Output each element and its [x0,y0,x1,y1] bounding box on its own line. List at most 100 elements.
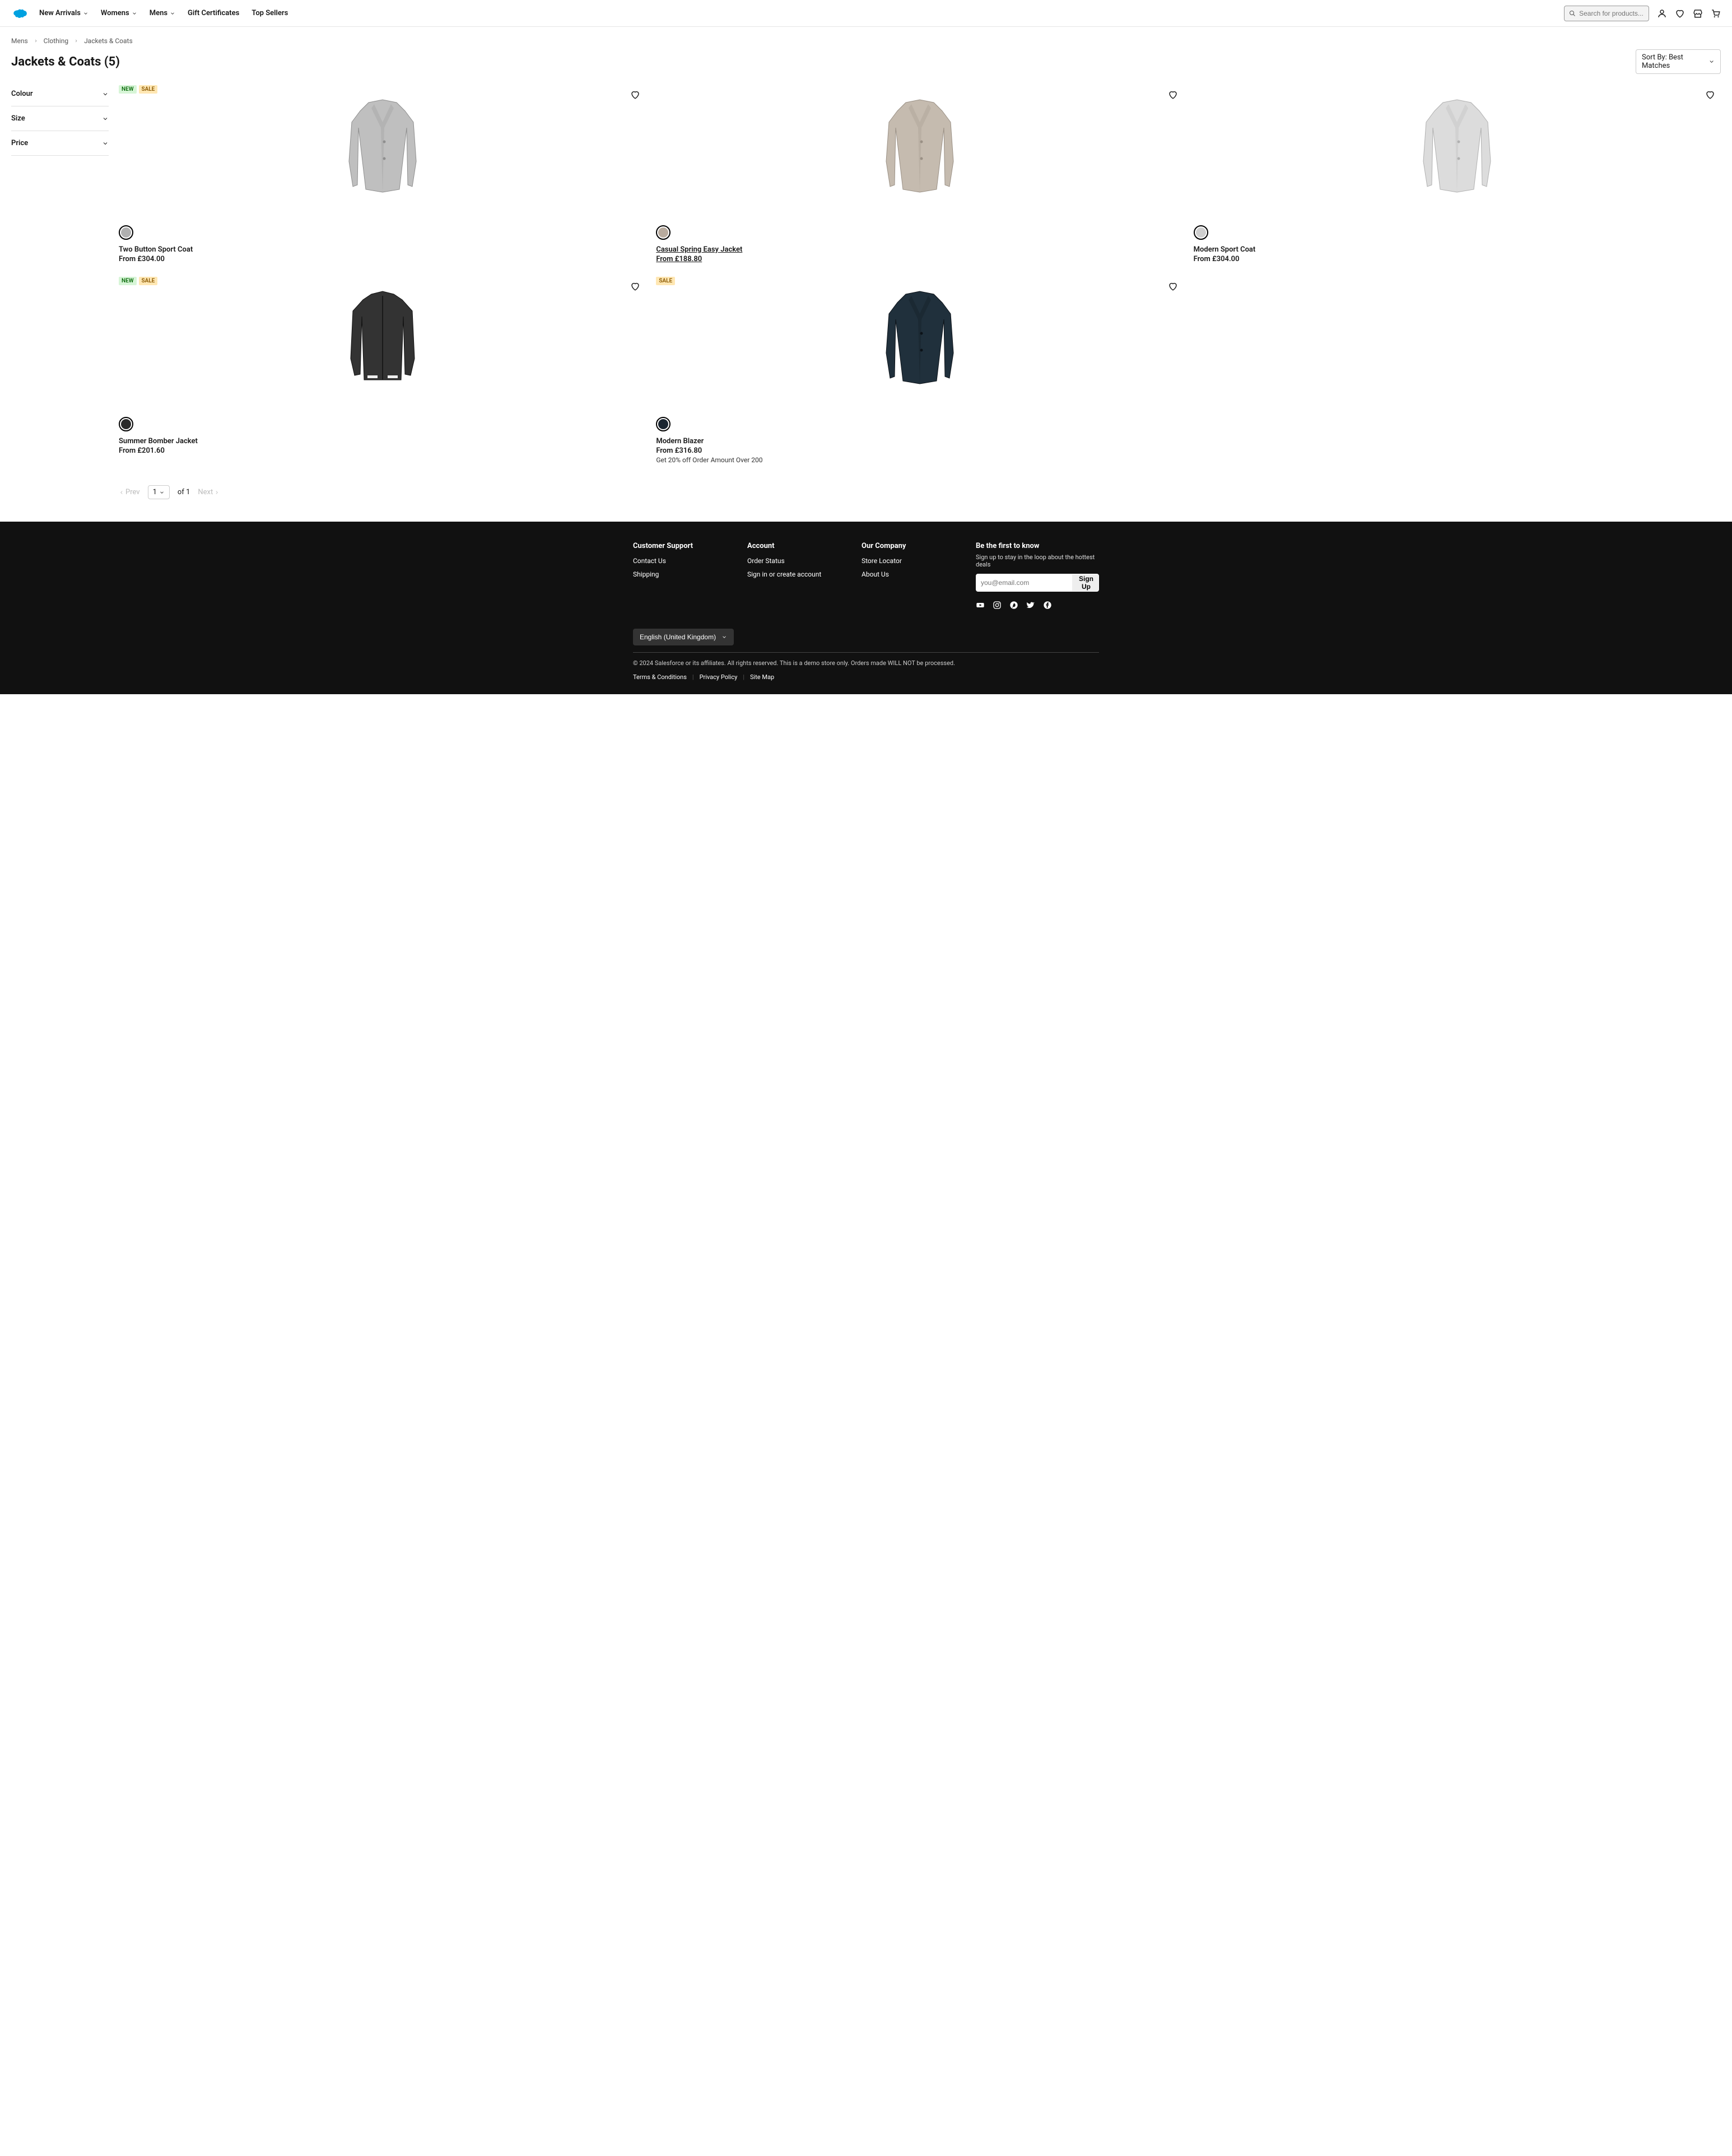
product-card[interactable]: NEWSALE Summer Bomber Jacket From £201.6… [119,273,646,464]
chevron-down-icon [102,91,109,97]
page-select[interactable]: 1 [148,485,170,499]
chevron-down-icon [102,115,109,122]
chevron-down-icon [83,11,89,16]
legal-links: Terms & Conditions|Privacy Policy|Site M… [633,673,1099,681]
wishlist-heart-icon[interactable] [1705,90,1715,100]
product-image [1415,94,1499,206]
facebook-icon[interactable] [1043,601,1052,610]
locale-selector[interactable]: English (United Kingdom) [633,629,734,645]
footer-link[interactable]: Contact Us [633,557,714,565]
swatches [119,417,646,431]
search-box[interactable] [1564,6,1649,21]
crumb[interactable]: Clothing [44,37,68,45]
color-swatch[interactable] [656,417,671,431]
color-swatch[interactable] [656,225,671,240]
chevron-down-icon [1708,58,1715,65]
filter-size[interactable]: Size [11,106,109,131]
product-card[interactable]: Modern Sport Coat From £304.00 [1194,82,1721,263]
legal-link[interactable]: Site Map [750,673,774,681]
chevron-down-icon [132,11,137,16]
nav-new-arrivals[interactable]: New Arrivals [39,9,89,17]
wishlist-heart-icon[interactable] [630,281,640,291]
wishlist-heart-icon[interactable] [630,90,640,100]
newsletter-form: Sign Up [976,574,1099,592]
prev-button: Prev [119,488,140,496]
nav-womens[interactable]: Womens [101,9,137,17]
legal-link[interactable]: Terms & Conditions [633,673,687,681]
copyright: © 2024 Salesforce or its affiliates. All… [633,659,1099,667]
product-price: From £316.80 [656,447,1183,455]
swatches [656,225,1183,240]
color-swatch[interactable] [119,225,133,240]
product-promo: Get 20% off Order Amount Over 200 [656,456,1183,464]
product-image [878,94,962,206]
footer-link[interactable]: Order Status [747,557,828,565]
search-input[interactable] [1579,10,1644,17]
footer-link[interactable]: Shipping [633,570,714,578]
newsletter-title: Be the first to know [976,542,1099,550]
chevron-down-icon [159,490,165,495]
chevron-down-icon [170,11,175,16]
wishlist-heart-icon[interactable] [1168,90,1178,100]
product-card[interactable]: Casual Spring Easy Jacket From £188.80 [656,82,1183,263]
store-icon[interactable] [1693,8,1703,18]
product-price: From £304.00 [1194,255,1721,263]
color-swatch[interactable] [119,417,133,431]
chevron-down-icon [102,140,109,147]
locale-selector-wrap: English (United Kingdom) [633,629,1099,645]
nav-top-sellers[interactable]: Top Sellers [252,9,288,17]
badge-sale: SALE [139,85,158,94]
swatches [119,225,646,240]
product-name: Casual Spring Easy Jacket [656,245,1183,254]
product-image [341,286,425,398]
footer-link[interactable]: Sign in or create account [747,570,828,578]
chevron-left-icon [119,490,124,495]
product-image [878,286,962,398]
product-price: From £304.00 [119,255,646,263]
newsletter-submit[interactable]: Sign Up [1072,574,1099,591]
footer-link[interactable]: Store Locator [862,557,942,565]
product-image [341,94,425,206]
product-name: Modern Sport Coat [1194,245,1721,254]
badge-sale: SALE [656,277,675,285]
pinterest-icon[interactable] [1009,601,1018,610]
next-button: Next [198,488,220,496]
cart-icon[interactable] [1711,8,1721,18]
product-grid: NEWSALE Two Button Sport Coat From £304.… [119,82,1721,499]
newsletter: Be the first to know Sign up to stay in … [976,542,1099,610]
product-card[interactable]: SALE Modern Blazer From £316.80 Get 20% … [656,273,1183,464]
header-icons [1657,8,1721,18]
product-price: From £201.60 [119,447,646,455]
wishlist-icon[interactable] [1675,8,1685,18]
twitter-icon[interactable] [1026,601,1035,610]
footer-link[interactable]: About Us [862,570,942,578]
instagram-icon[interactable] [993,601,1002,610]
chevron-down-icon [721,634,727,640]
youtube-icon[interactable] [976,601,985,610]
header: New Arrivals Womens Mens Gift Certificates T… [0,0,1732,27]
product-card[interactable]: NEWSALE Two Button Sport Coat From £304.… [119,82,646,263]
badge-new: NEW [119,277,137,285]
footer-columns: Customer SupportContact UsShippingAccoun… [633,542,1099,610]
legal-link[interactable]: Privacy Policy [700,673,738,681]
page-of-label: of 1 [178,488,190,496]
wishlist-heart-icon[interactable] [1168,281,1178,291]
filter-colour[interactable]: Colour [11,82,109,106]
newsletter-input[interactable] [976,574,1072,591]
footer-col-title: Customer Support [633,542,714,550]
color-swatch[interactable] [1194,225,1208,240]
page-title: Jackets & Coats (5) [11,55,120,69]
salesforce-logo[interactable] [11,8,28,19]
footer: Customer SupportContact UsShippingAccoun… [0,522,1732,694]
swatches [1194,225,1721,240]
filter-price[interactable]: Price [11,131,109,156]
newsletter-desc: Sign up to stay in the loop about the ho… [976,554,1099,568]
sort-select[interactable]: Sort By: Best Matches [1636,49,1721,74]
account-icon[interactable] [1657,8,1667,18]
badge-sale: SALE [139,277,158,285]
nav-mens[interactable]: Mens [150,9,175,17]
nav-gift-certificates[interactable]: Gift Certificates [188,9,239,17]
chevron-right-icon [74,37,78,45]
crumb[interactable]: Mens [11,37,28,45]
locale-label: English (United Kingdom) [640,633,716,641]
